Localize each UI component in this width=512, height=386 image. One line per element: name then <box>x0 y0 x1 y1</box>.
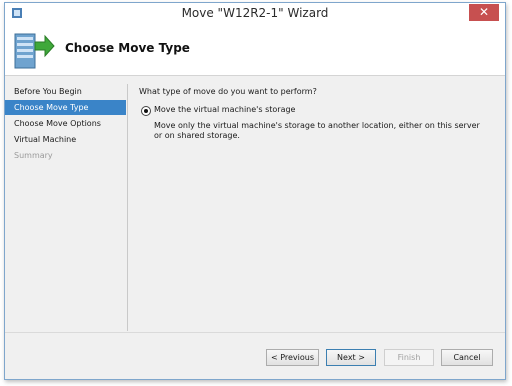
page-title: Choose Move Type <box>65 41 190 55</box>
wizard-header: Choose Move Type <box>5 24 505 76</box>
footer-divider <box>5 332 505 333</box>
wizard-window: Move "W12R2-1" Wizard ✕ Choose Move Type… <box>4 2 506 380</box>
next-button[interactable]: Next > <box>326 349 376 366</box>
move-storage-option[interactable]: Move the virtual machine's storage <box>139 105 489 117</box>
wizard-steps-nav: Before You Begin Choose Move Type Choose… <box>5 76 127 332</box>
step-choose-move-type[interactable]: Choose Move Type <box>5 100 126 115</box>
move-type-question: What type of move do you want to perform… <box>139 87 317 96</box>
previous-button[interactable]: < Previous <box>266 349 319 366</box>
sidebar-divider <box>127 84 128 331</box>
window-title: Move "W12R2-1" Wizard <box>181 6 329 20</box>
move-storage-radio[interactable] <box>141 106 151 116</box>
close-icon: ✕ <box>478 5 490 19</box>
step-virtual-machine[interactable]: Virtual Machine <box>5 132 126 147</box>
cancel-button[interactable]: Cancel <box>441 349 493 366</box>
close-button[interactable]: ✕ <box>469 4 499 21</box>
main-content: What type of move do you want to perform… <box>139 87 489 140</box>
finish-button: Finish <box>384 349 434 366</box>
step-before-you-begin[interactable]: Before You Begin <box>5 84 126 99</box>
step-summary: Summary <box>14 151 53 160</box>
step-choose-move-options[interactable]: Choose Move Options <box>5 116 126 131</box>
move-storage-description: Move only the virtual machine's storage … <box>154 121 480 140</box>
server-with-green-arrow-icon <box>14 33 55 69</box>
radio-selected-dot <box>144 109 148 113</box>
move-storage-label[interactable]: Move the virtual machine's storage <box>154 105 295 114</box>
title-bar[interactable]: Move "W12R2-1" Wizard ✕ <box>5 3 505 24</box>
